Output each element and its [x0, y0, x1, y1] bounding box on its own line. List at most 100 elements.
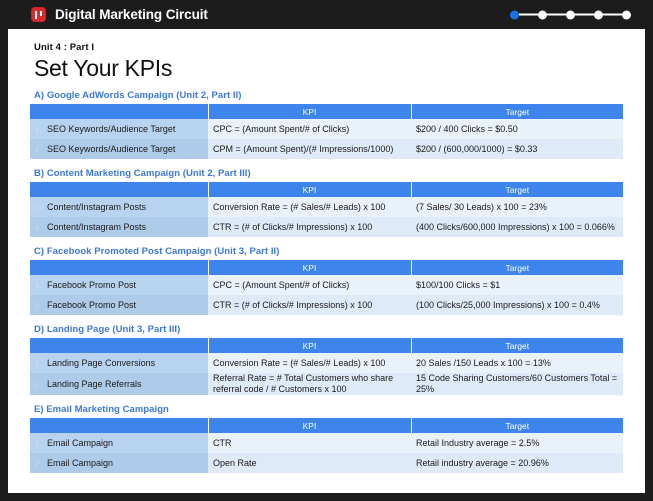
- table-row[interactable]: 2 Facebook Promo Post CTR = (# of Clicks/#…: [30, 295, 623, 316]
- section-heading: B) Content Marketing Campaign (Unit 2, P…: [34, 168, 251, 180]
- column-header-blank: [30, 260, 209, 276]
- table-row[interactable]: 2 SEO Keywords/Audience Target CPM = (Amou…: [30, 139, 623, 160]
- sections-container: A) Google AdWords Campaign (Unit 2, Part…: [30, 90, 623, 474]
- row-name-cell[interactable]: 1. Facebook Promo Post: [30, 275, 208, 296]
- row-name-cell[interactable]: 1. Landing Page Conversions: [30, 353, 208, 374]
- progress-segment-1: [519, 13, 538, 16]
- kpi-table: KPI Target 1. Landing Page Conversions Conve…: [30, 338, 623, 396]
- table-header-row: KPI Target: [30, 338, 623, 354]
- kpi-formula-cell[interactable]: Referral Rate = # Total Customers who sh…: [208, 373, 411, 396]
- row-name-label: Landing Page Referrals: [47, 379, 142, 389]
- row-number: 1.: [35, 281, 42, 290]
- target-value-cell[interactable]: (100 Clicks/25,000 Impressions) x 100 = …: [411, 295, 623, 316]
- column-header-target: Target: [411, 104, 623, 120]
- target-value-cell[interactable]: Retail industry average = 20.96%: [411, 453, 623, 474]
- row-name-label: Content/Instagram Posts: [47, 222, 147, 232]
- row-number: 1.: [35, 359, 42, 368]
- table-row[interactable]: 1. SEO Keywords/Audience Target CPC = (Amo…: [30, 119, 623, 140]
- column-header-kpi: KPI: [208, 418, 412, 434]
- row-number: 2: [35, 459, 40, 468]
- column-header-kpi: KPI: [208, 338, 412, 354]
- row-name-cell[interactable]: 1. Content/Instagram Posts: [30, 197, 208, 218]
- row-name-cell[interactable]: 2 Landing Page Referrals: [30, 373, 208, 396]
- row-name-cell[interactable]: 2 Content/Instagram Posts: [30, 217, 208, 238]
- logo-mark-left: [35, 10, 37, 19]
- document-page: Unit 4 : Part I Set Your KPIs A) Google …: [8, 29, 645, 493]
- row-name-label: Facebook Promo Post: [47, 280, 137, 290]
- progress-dot-2[interactable]: [538, 10, 547, 19]
- table-header-row: KPI Target: [30, 104, 623, 120]
- progress-dot-1[interactable]: [510, 10, 519, 19]
- kpi-formula-cell[interactable]: CPC = (Amount Spent/# of Clicks): [208, 119, 411, 140]
- brand[interactable]: Digital Marketing Circuit: [31, 7, 208, 22]
- app-logo-icon: [31, 7, 46, 22]
- row-number: 2: [35, 145, 40, 154]
- kpi-formula-cell[interactable]: Open Rate: [208, 453, 411, 474]
- kpi-formula-cell[interactable]: Conversion Rate = (# Sales/# Leads) x 10…: [208, 353, 411, 374]
- column-header-target: Target: [411, 182, 623, 198]
- target-value-cell[interactable]: (400 Clicks/600,000 Impressions) x 100 =…: [411, 217, 623, 238]
- table-header-row: KPI Target: [30, 182, 623, 198]
- table-row[interactable]: 1. Facebook Promo Post CPC = (Amount Spent…: [30, 275, 623, 296]
- table-row[interactable]: 2 Landing Page Referrals Referral Rate = #…: [30, 373, 623, 396]
- target-value-cell[interactable]: Retail Industry average = 2.5%: [411, 433, 623, 454]
- progress-dot-3[interactable]: [566, 10, 575, 19]
- kpi-formula-cell[interactable]: CTR = (# of Clicks/# Impressions) x 100: [208, 217, 411, 238]
- section-heading: A) Google AdWords Campaign (Unit 2, Part…: [34, 90, 242, 102]
- table-row[interactable]: 2 Content/Instagram Posts CTR = (# of Clic…: [30, 217, 623, 238]
- row-name-cell[interactable]: 1. Email Campaign: [30, 433, 208, 454]
- row-name-cell[interactable]: 2 Facebook Promo Post: [30, 295, 208, 316]
- row-number: 1.: [35, 439, 42, 448]
- column-header-target: Target: [411, 260, 623, 276]
- table-row[interactable]: 1. Email Campaign CTR Retail Industry avera…: [30, 433, 623, 454]
- column-header-blank: [30, 104, 209, 120]
- target-value-cell[interactable]: 20 Sales /150 Leads x 100 = 13%: [411, 353, 623, 374]
- kpi-formula-cell[interactable]: Conversion Rate = (# Sales/# Leads) x 10…: [208, 197, 411, 218]
- kpi-formula-cell[interactable]: CTR = (# of Clicks/# Impressions) x 100: [208, 295, 411, 316]
- row-name-cell[interactable]: 1. SEO Keywords/Audience Target: [30, 119, 208, 140]
- target-value-cell[interactable]: (7 Sales/ 30 Leads) x 100 = 23%: [411, 197, 623, 218]
- table-row[interactable]: 2 Email Campaign Open Rate Retail industry …: [30, 453, 623, 474]
- column-header-target: Target: [411, 338, 623, 354]
- kpi-formula-cell[interactable]: CPM = (Amount Spent)/(# Impressions/1000…: [208, 139, 411, 160]
- target-value-cell[interactable]: $200 / 400 Clicks = $0.50: [411, 119, 623, 140]
- row-name-label: Email Campaign: [47, 458, 114, 468]
- section-heading: E) Email Marketing Campaign: [34, 404, 169, 416]
- target-value-cell[interactable]: 15 Code Sharing Customers/60 Customers T…: [411, 373, 623, 396]
- column-header-kpi: KPI: [208, 260, 412, 276]
- kpi-table: KPI Target 1. Content/Instagram Posts Conver…: [30, 182, 623, 238]
- row-number: 2: [35, 301, 40, 310]
- kpi-formula-cell[interactable]: CPC = (Amount Spent/# of Clicks): [208, 275, 411, 296]
- progress-segment-3: [575, 13, 594, 16]
- kpi-section: A) Google AdWords Campaign (Unit 2, Part…: [30, 90, 623, 160]
- row-name-label: Content/Instagram Posts: [47, 202, 147, 212]
- kpi-section: B) Content Marketing Campaign (Unit 2, P…: [30, 168, 623, 238]
- target-value-cell[interactable]: $200 / (600,000/1000) = $0.33: [411, 139, 623, 160]
- progress-dot-5[interactable]: [622, 10, 631, 19]
- progress-dot-4[interactable]: [594, 10, 603, 19]
- unit-label: Unit 4 : Part I: [34, 42, 95, 53]
- kpi-table: KPI Target 1. Facebook Promo Post CPC = (Amo…: [30, 260, 623, 316]
- row-number: 1.: [35, 203, 42, 212]
- table-header-row: KPI Target: [30, 260, 623, 276]
- kpi-section: E) Email Marketing Campaign KPI Target 1. Em…: [30, 404, 623, 474]
- logo-mark-right: [39, 10, 42, 16]
- progress-stepper[interactable]: [510, 10, 631, 19]
- column-header-kpi: KPI: [208, 104, 412, 120]
- row-name-cell[interactable]: 2 Email Campaign: [30, 453, 208, 474]
- target-value-cell[interactable]: $100/100 Clicks = $1: [411, 275, 623, 296]
- kpi-formula-cell[interactable]: CTR: [208, 433, 411, 454]
- column-header-blank: [30, 182, 209, 198]
- table-header-row: KPI Target: [30, 418, 623, 434]
- table-row[interactable]: 1. Landing Page Conversions Conversion Rat…: [30, 353, 623, 374]
- page-bottom-spacer: [30, 482, 623, 493]
- column-header-target: Target: [411, 418, 623, 434]
- page-title: Set Your KPIs: [34, 55, 173, 81]
- kpi-section: C) Facebook Promoted Post Campaign (Unit…: [30, 246, 623, 316]
- app-window: Digital Marketing Circuit Unit 4 : Part …: [0, 0, 653, 501]
- section-heading: D) Landing Page (Unit 3, Part III): [34, 324, 181, 336]
- brand-title: Digital Marketing Circuit: [55, 7, 208, 22]
- table-row[interactable]: 1. Content/Instagram Posts Conversion Rate…: [30, 197, 623, 218]
- row-name-cell[interactable]: 2 SEO Keywords/Audience Target: [30, 139, 208, 160]
- row-number: 2: [35, 223, 40, 232]
